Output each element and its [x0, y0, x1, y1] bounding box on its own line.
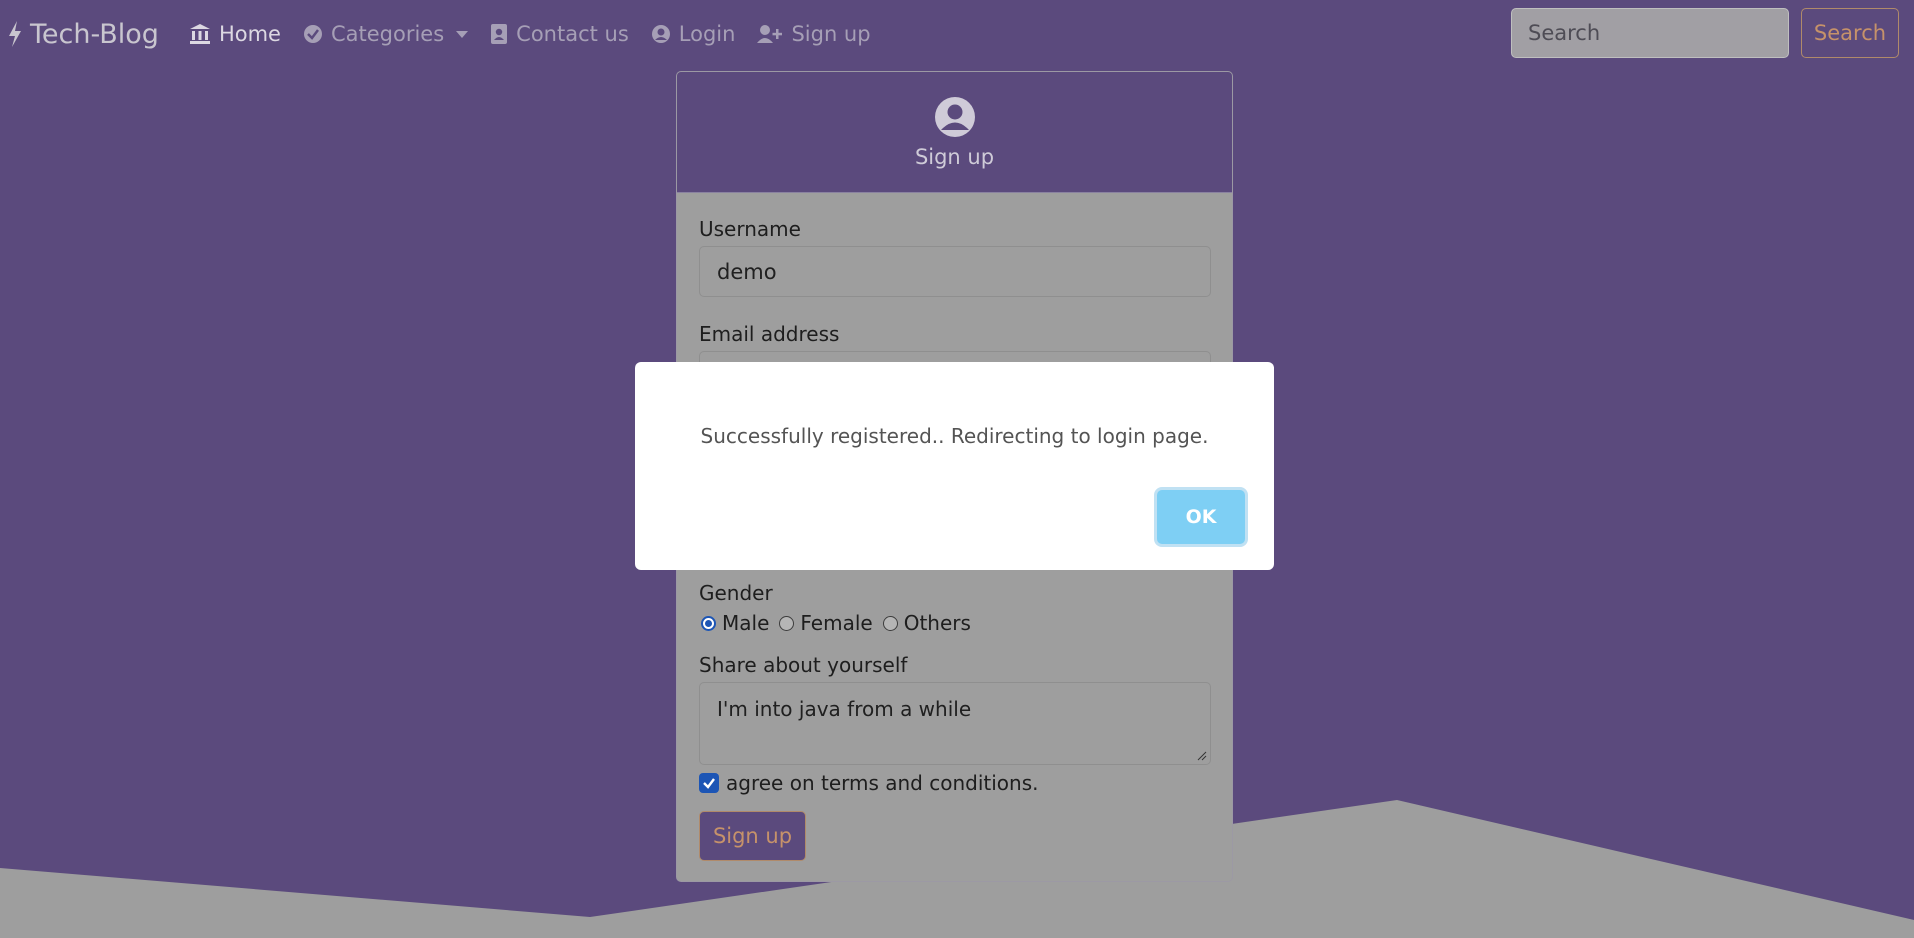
user-plus-icon [757, 25, 783, 43]
gender-label: Gender [699, 581, 773, 605]
nav-home-label: Home [218, 22, 281, 46]
alert-dialog: Successfully registered.. Redirecting to… [635, 362, 1274, 570]
gender-radio-male[interactable] [701, 615, 716, 631]
brand-name: Tech-Blog [30, 18, 159, 50]
username-label: Username [699, 217, 801, 241]
search-input[interactable] [1511, 8, 1789, 58]
email-label: Email address [699, 322, 840, 346]
terms-label: agree on terms and conditions. [726, 771, 1039, 795]
about-label: Share about yourself [699, 653, 908, 677]
nav-categories[interactable]: Categories [303, 22, 469, 46]
ok-button[interactable]: OK [1157, 490, 1245, 544]
brand[interactable]: Tech-Blog [8, 19, 159, 50]
nav-contact-label: Contact us [516, 22, 629, 46]
gender-label-others: Others [903, 611, 971, 635]
about-value: I'm into java from a while [717, 697, 972, 721]
search-button[interactable]: Search [1801, 8, 1899, 58]
username-field[interactable]: demo [699, 246, 1211, 297]
bank-icon [189, 24, 210, 44]
nav-signup[interactable]: Sign up [757, 22, 871, 46]
signup-card-header: Sign up [677, 72, 1232, 193]
nav-signup-label: Sign up [791, 22, 871, 46]
gender-label-male: Male [722, 611, 770, 635]
gender-options: Male Female Others [699, 611, 1210, 635]
checkmark-icon [703, 778, 715, 789]
nav-login-label: Login [678, 22, 736, 46]
signup-submit-button[interactable]: Sign up [699, 811, 806, 861]
resize-handle-icon[interactable] [1197, 751, 1207, 761]
gender-radio-others[interactable] [882, 615, 898, 631]
about-textarea[interactable]: I'm into java from a while [699, 682, 1211, 765]
bolt-icon [9, 21, 21, 47]
nav-contact[interactable]: Contact us [490, 22, 629, 46]
dialog-message: Successfully registered.. Redirecting to… [700, 424, 1209, 448]
check-circle-icon [303, 25, 322, 43]
chevron-down-icon [456, 30, 469, 38]
gender-label-female: Female [800, 611, 873, 635]
username-value: demo [717, 259, 777, 284]
user-circle-icon [934, 97, 975, 137]
nav-categories-label: Categories [330, 22, 445, 46]
gender-radio-female[interactable] [779, 615, 795, 631]
user-circle-icon [651, 25, 670, 43]
navbar: Tech-Blog Home Categories Contact us Log… [0, 0, 1914, 68]
address-book-icon [491, 24, 508, 44]
terms-checkbox[interactable] [699, 773, 719, 793]
nav-home[interactable]: Home [189, 22, 281, 46]
nav-login[interactable]: Login [651, 22, 736, 46]
terms-row: agree on terms and conditions. [699, 771, 1210, 795]
signup-title: Sign up [914, 145, 995, 169]
